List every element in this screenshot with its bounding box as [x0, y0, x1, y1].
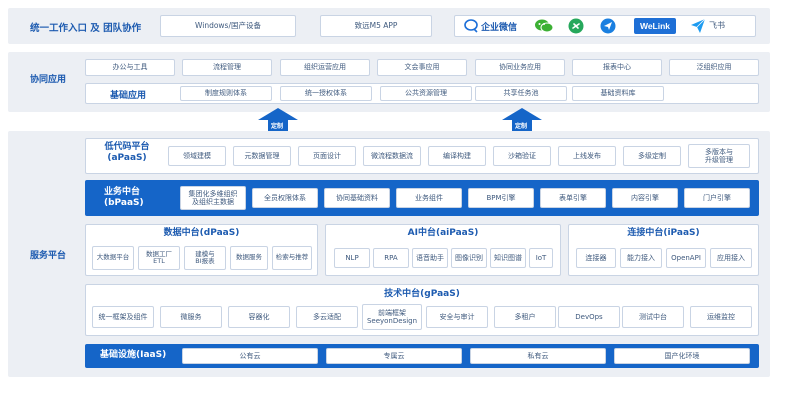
wecom-label: 企业微信 — [481, 23, 518, 33]
dpaas-item-data-service[interactable]: 数据服务 — [230, 246, 268, 270]
customize-label-right: 定制 — [515, 123, 528, 130]
iaas-item-private-cloud[interactable]: 私有云 — [470, 348, 606, 364]
collab-app-org-ops[interactable]: 组织运营应用 — [280, 59, 370, 76]
welink-badge[interactable]: WeLink — [634, 18, 676, 34]
gpaas-item-devops[interactable]: DevOps — [558, 306, 620, 328]
apaas-item-sandbox[interactable]: 沙箱验证 — [493, 146, 551, 166]
collab-app-process[interactable]: 流程管理 — [182, 59, 272, 76]
gpaas-item-multitenant[interactable]: 多租户 — [494, 306, 556, 328]
feishu-icon[interactable] — [690, 18, 706, 34]
apaas-title: 低代码平台 (aPaaS) — [104, 142, 150, 163]
bpaas-item-permission[interactable]: 全员权限体系 — [252, 188, 318, 208]
bpaas-item-form-engine[interactable]: 表单引擎 — [540, 188, 606, 208]
dpaas-title: 数据中台(dPaaS) — [163, 228, 240, 238]
aipaas-item-voice[interactable]: 语音助手 — [412, 248, 448, 268]
aipaas-item-image[interactable]: 图像识别 — [451, 248, 487, 268]
base-item-datalib[interactable]: 基础资料库 — [572, 86, 664, 101]
aipaas-item-iot[interactable]: IoT — [529, 248, 553, 268]
dpaas-item-etl[interactable]: 数据工厂 ETL — [138, 246, 180, 270]
gpaas-item-testing[interactable]: 测试中台 — [622, 306, 684, 328]
bpaas-item-portal-engine[interactable]: 门户引擎 — [684, 188, 750, 208]
dpaas-item-search[interactable]: 检索与推荐 — [272, 246, 312, 270]
wechat-icon[interactable] — [534, 18, 554, 34]
aipaas-item-nlp[interactable]: NLP — [334, 248, 370, 268]
collab-app-report[interactable]: 报表中心 — [572, 59, 662, 76]
platform-label: 服务平台 — [30, 251, 67, 261]
bpaas-item-bpm[interactable]: BPM引擎 — [468, 188, 534, 208]
bpaas-title: 业务中台 (bPaaS) — [104, 187, 144, 208]
collab-app-office[interactable]: 办公与工具 — [85, 59, 175, 76]
dpaas-item-bi[interactable]: 建模与 BI报表 — [184, 246, 226, 270]
ipaas-title: 连接中台(iPaaS) — [627, 228, 700, 238]
apaas-item-domain-model[interactable]: 领域建模 — [168, 146, 226, 166]
base-item-resource[interactable]: 公共资源管理 — [380, 86, 472, 101]
link-app-icon[interactable] — [568, 18, 584, 34]
bpaas-item-collab-data[interactable]: 协同基础资料 — [324, 188, 390, 208]
feishu-label: 飞书 — [709, 21, 725, 30]
bpaas-item-group-org[interactable]: 集团化多维组织 及组织主数据 — [180, 186, 246, 210]
apaas-item-page-design[interactable]: 页面设计 — [298, 146, 356, 166]
aipaas-item-rpa[interactable]: RPA — [373, 248, 409, 268]
plane-app-icon[interactable] — [600, 18, 616, 34]
iaas-item-public-cloud[interactable]: 公有云 — [182, 348, 318, 364]
iaas-item-domestic-env[interactable]: 国产化环境 — [614, 348, 750, 364]
bpaas-item-components[interactable]: 业务组件 — [396, 188, 462, 208]
apaas-item-metadata[interactable]: 元数据管理 — [233, 146, 291, 166]
aipaas-title: AI中台(aiPaaS) — [407, 228, 479, 238]
gpaas-item-security[interactable]: 安全与审计 — [426, 306, 488, 328]
aipaas-item-knowledge[interactable]: 知识图谱 — [490, 248, 526, 268]
gpaas-item-ops-monitor[interactable]: 运维监控 — [690, 306, 752, 328]
apaas-item-release[interactable]: 上线发布 — [558, 146, 616, 166]
gpaas-title: 技术中台(gPaaS) — [384, 289, 460, 299]
base-item-task-pool[interactable]: 共享任务池 — [475, 86, 567, 101]
dpaas-item-bigdata[interactable]: 大数据平台 — [92, 246, 134, 270]
customize-label-left: 定制 — [271, 123, 284, 130]
collab-label: 协同应用 — [30, 75, 67, 85]
gpaas-item-multicloud[interactable]: 多云适配 — [296, 306, 358, 328]
apaas-item-multi-custom[interactable]: 多级定制 — [623, 146, 681, 166]
apaas-item-build[interactable]: 编译构建 — [428, 146, 486, 166]
apaas-item-versions[interactable]: 多版本与 升级管理 — [688, 144, 750, 168]
base-item-auth[interactable]: 统一授权体系 — [280, 86, 372, 101]
wecom-icon[interactable] — [464, 19, 480, 33]
ipaas-item-capability[interactable]: 能力接入 — [620, 248, 662, 268]
collab-app-meeting[interactable]: 文会事应用 — [377, 59, 467, 76]
collab-app-pan-org[interactable]: 泛组织应用 — [669, 59, 759, 76]
entry-m5-app[interactable]: 致远M5 APP — [320, 15, 432, 37]
base-item-rules[interactable]: 制度规则体系 — [180, 86, 272, 101]
gpaas-item-container[interactable]: 容器化 — [228, 306, 290, 328]
apaas-item-microflow[interactable]: 微流程数据流 — [363, 146, 421, 166]
gpaas-item-microservice[interactable]: 微服务 — [160, 306, 222, 328]
iaas-title: 基础设施(IaaS) — [100, 350, 167, 360]
base-app-label: 基础应用 — [110, 91, 147, 101]
welink-label: WeLink — [639, 21, 671, 31]
gpaas-item-framework[interactable]: 统一框架及组件 — [92, 306, 154, 328]
ipaas-item-connector[interactable]: 连接器 — [576, 248, 616, 268]
ipaas-item-app-access[interactable]: 应用接入 — [710, 248, 752, 268]
entry-windows[interactable]: Windows/国产设备 — [160, 15, 296, 37]
iaas-item-dedicated-cloud[interactable]: 专属云 — [326, 348, 462, 364]
ipaas-item-openapi[interactable]: OpenAPI — [666, 248, 706, 268]
collab-app-business[interactable]: 协同业务应用 — [475, 59, 565, 76]
gpaas-item-seeyon-design[interactable]: 前端框架 SeeyonDesign — [362, 304, 422, 330]
bpaas-item-content-engine[interactable]: 内容引擎 — [612, 188, 678, 208]
header-title: 统一工作入口 及 团队协作 — [30, 23, 142, 34]
